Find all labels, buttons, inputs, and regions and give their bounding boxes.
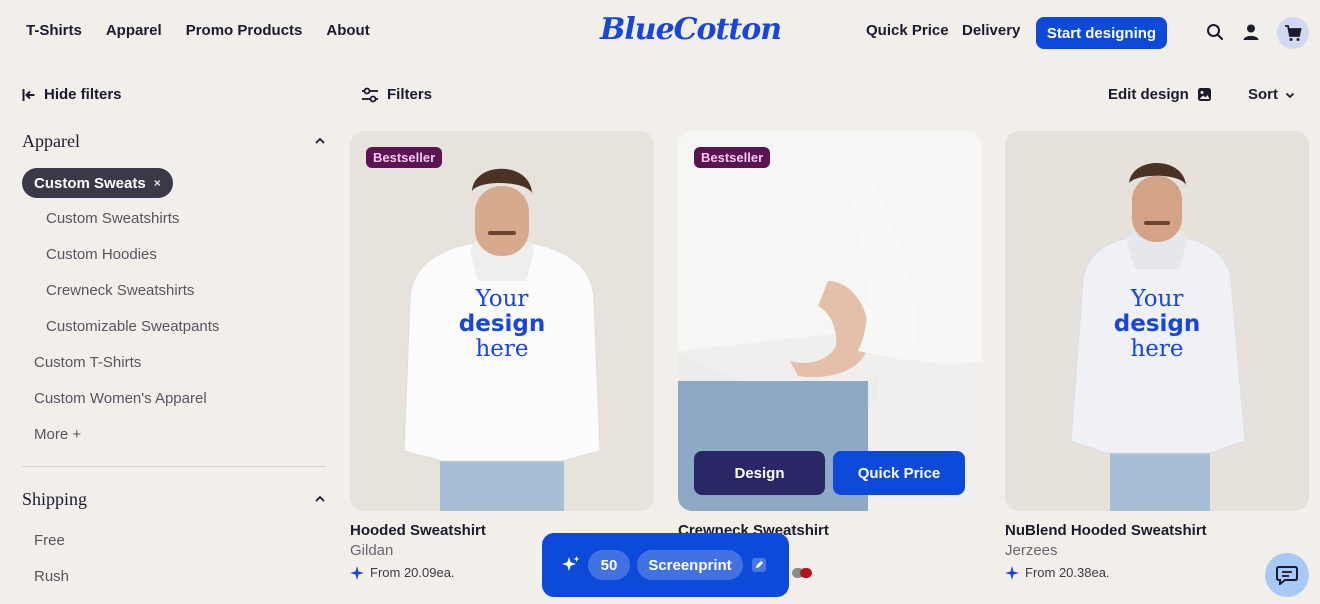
product-image-hooded-sweatshirt[interactable]: Bestseller Your design here — [350, 131, 654, 511]
main-nav: T-Shirts Apparel Promo Products About — [26, 22, 370, 39]
filter-shipping-free[interactable]: Free — [34, 532, 65, 549]
filter-more[interactable]: More + — [34, 426, 81, 443]
active-filter-chip[interactable]: Custom Sweats × — [22, 168, 173, 198]
cart-button[interactable] — [1277, 17, 1309, 49]
sidebar-divider — [22, 466, 326, 467]
product-image-crewneck-sweatshirt[interactable]: Bestseller Design Quick Price — [678, 131, 982, 511]
product-title[interactable]: NuBlend Hooded Sweatshirt — [1005, 522, 1207, 539]
quantity-pill[interactable]: 50 — [588, 550, 630, 580]
bestseller-badge: Bestseller — [694, 147, 771, 168]
price-label: From 20.09ea. — [370, 565, 455, 580]
filter-crewneck-sweatshirts[interactable]: Crewneck Sweatshirts — [46, 282, 194, 299]
site-header: T-Shirts Apparel Promo Products About Bl… — [0, 0, 1320, 66]
swatch-red[interactable] — [800, 568, 812, 578]
product-price: From 20.09ea. — [350, 565, 455, 580]
hide-filters-label: Hide filters — [44, 86, 122, 103]
sort-dropdown[interactable]: Sort — [1248, 86, 1296, 103]
edit-design-label: Edit design — [1108, 86, 1189, 103]
apparel-section-title[interactable]: Apparel — [22, 131, 80, 152]
your-design-here-placeholder: Your design here — [350, 287, 654, 362]
product-image-nublend-hooded-sweatshirt[interactable]: Your design here — [1005, 131, 1309, 511]
close-icon[interactable]: × — [154, 176, 161, 190]
bestseller-badge: Bestseller — [366, 147, 443, 168]
print-line-3: here — [1130, 336, 1184, 362]
bluecotton-logo[interactable]: BlueCotton — [600, 12, 782, 47]
cart-icon — [1285, 25, 1302, 41]
image-icon — [1197, 88, 1211, 101]
print-line-1: Your — [1130, 286, 1184, 312]
chat-button[interactable] — [1265, 553, 1309, 597]
product-brand: Jerzees — [1005, 542, 1058, 559]
print-line-2: design — [458, 311, 546, 337]
filter-customizable-sweatpants[interactable]: Customizable Sweatpants — [46, 318, 219, 335]
product-title[interactable]: Hooded Sweatshirt — [350, 522, 486, 539]
sparkle-icon — [1005, 565, 1019, 580]
hide-filters-button[interactable]: Hide filters — [22, 86, 122, 103]
edit-design-button[interactable]: Edit design — [1108, 86, 1212, 103]
filter-custom-sweatshirts[interactable]: Custom Sweatshirts — [46, 210, 179, 227]
print-line-1: Your — [475, 286, 529, 312]
quote-floating-bar[interactable]: 50 Screenprint — [542, 533, 789, 597]
chevron-up-icon[interactable] — [313, 492, 327, 506]
start-designing-button[interactable]: Start designing — [1036, 17, 1167, 49]
chevron-up-icon[interactable] — [313, 134, 327, 148]
nav-about[interactable]: About — [326, 22, 369, 39]
nav-delivery[interactable]: Delivery — [962, 22, 1020, 39]
sparkle-icon — [350, 565, 364, 580]
filters-button[interactable]: Filters — [361, 86, 432, 103]
nav-tshirts[interactable]: T-Shirts — [26, 22, 82, 39]
search-icon[interactable] — [1204, 21, 1226, 43]
filter-custom-hoodies[interactable]: Custom Hoodies — [46, 246, 157, 263]
edit-icon[interactable] — [751, 557, 767, 573]
print-method-pill[interactable]: Screenprint — [637, 550, 743, 580]
product-brand: Gildan — [350, 542, 394, 559]
nav-quick-price[interactable]: Quick Price — [866, 22, 949, 39]
filter-custom-tshirts[interactable]: Custom T-Shirts — [34, 354, 141, 371]
filters-label: Filters — [387, 86, 433, 103]
sliders-icon — [362, 87, 378, 102]
sparkle-icon — [562, 556, 580, 571]
price-label: From 20.38ea. — [1025, 565, 1110, 580]
account-icon[interactable] — [1240, 21, 1262, 43]
print-line-2: design — [1113, 311, 1201, 337]
chat-icon — [1276, 566, 1298, 585]
nav-apparel[interactable]: Apparel — [106, 22, 162, 39]
chevron-down-icon — [1285, 92, 1295, 98]
collapse-left-icon — [22, 88, 35, 101]
color-swatches[interactable] — [792, 568, 812, 578]
shipping-section-title[interactable]: Shipping — [22, 489, 87, 510]
filter-shipping-rush[interactable]: Rush — [34, 568, 69, 585]
print-line-3: here — [475, 336, 529, 362]
filter-custom-womens-apparel[interactable]: Custom Women's Apparel — [34, 390, 207, 407]
quick-price-button[interactable]: Quick Price — [833, 451, 965, 495]
sort-label: Sort — [1248, 86, 1278, 103]
design-button[interactable]: Design — [694, 451, 825, 495]
nav-promo-products[interactable]: Promo Products — [186, 22, 303, 39]
your-design-here-placeholder: Your design here — [1005, 287, 1309, 362]
product-price: From 20.38ea. — [1005, 565, 1110, 580]
chip-label: Custom Sweats — [34, 174, 146, 192]
